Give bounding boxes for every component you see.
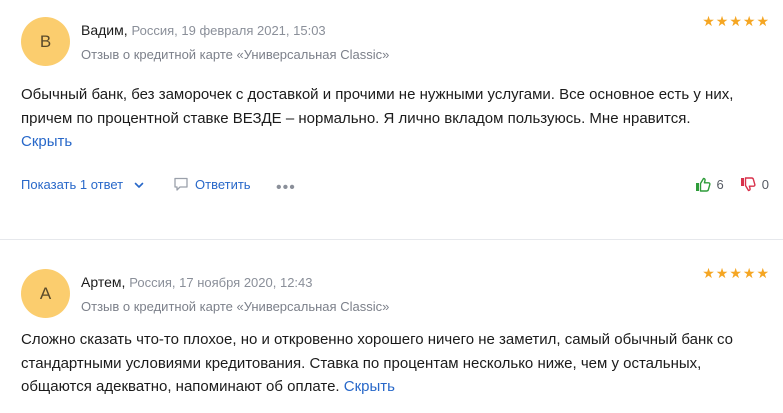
- like-button[interactable]: 6: [695, 177, 724, 192]
- review-card: В Вадим, Россия, 19 февраля 2021, 15:03 …: [0, 0, 783, 222]
- avatar: В: [21, 17, 70, 66]
- hide-link[interactable]: Скрыть: [21, 133, 72, 150]
- review-text-content: Обычный банк, без заморочек с доставкой …: [21, 86, 734, 127]
- review-header: Артем, Россия, 17 ноября 2020, 12:43: [81, 274, 313, 290]
- rating-stars: ★ ★ ★ ★ ★: [702, 266, 769, 280]
- dislike-button[interactable]: 0: [740, 177, 769, 192]
- star-icon: ★: [702, 13, 715, 29]
- star-icon: ★: [715, 265, 729, 281]
- author-name: Артем,: [81, 274, 126, 290]
- thumbs-up-icon: [695, 177, 711, 192]
- avatar: А: [21, 269, 70, 318]
- vote-controls: 6 0: [695, 177, 769, 192]
- review-header: Вадим, Россия, 19 февраля 2021, 15:03: [81, 22, 326, 38]
- thumbs-down-icon: [740, 177, 756, 192]
- more-options-button[interactable]: •••: [276, 179, 296, 197]
- star-icon: ★: [729, 13, 742, 29]
- review-product: Отзыв о кредитной карте «Универсальная C…: [81, 299, 390, 314]
- reply-label: Ответить: [195, 177, 251, 192]
- hide-link[interactable]: Скрыть: [344, 378, 395, 395]
- star-icon: ★: [742, 265, 756, 281]
- comment-icon: [174, 177, 188, 191]
- review-actions: Показать 1 ответ Ответить ••• 6 0: [21, 177, 769, 197]
- more-icon: •••: [276, 179, 296, 196]
- review-product: Отзыв о кредитной карте «Универсальная C…: [81, 47, 390, 62]
- review-divider: [0, 239, 783, 240]
- reply-button[interactable]: Ответить: [173, 177, 251, 192]
- star-icon: ★: [742, 13, 756, 29]
- star-icon: ★: [729, 265, 742, 281]
- rating-stars: ★ ★ ★ ★ ★: [702, 14, 769, 28]
- chevron-down-icon: [134, 182, 144, 188]
- author-name: Вадим,: [81, 22, 128, 38]
- review-meta: Россия, 17 ноября 2020, 12:43: [129, 275, 313, 290]
- star-icon: ★: [702, 265, 715, 281]
- show-replies-label: Показать 1 ответ: [21, 177, 124, 192]
- review-card: А Артем, Россия, 17 ноября 2020, 12:43 О…: [0, 252, 783, 413]
- star-icon: ★: [756, 265, 769, 281]
- review-text: Обычный банк, без заморочек с доставкой …: [21, 83, 766, 154]
- review-meta: Россия, 19 февраля 2021, 15:03: [131, 23, 326, 38]
- like-count: 6: [716, 177, 724, 192]
- star-icon: ★: [715, 13, 729, 29]
- show-replies-button[interactable]: Показать 1 ответ: [21, 177, 145, 192]
- star-icon: ★: [756, 13, 769, 29]
- dislike-count: 0: [761, 177, 769, 192]
- review-text: Сложно сказать что-то плохое, но и откро…: [21, 328, 766, 399]
